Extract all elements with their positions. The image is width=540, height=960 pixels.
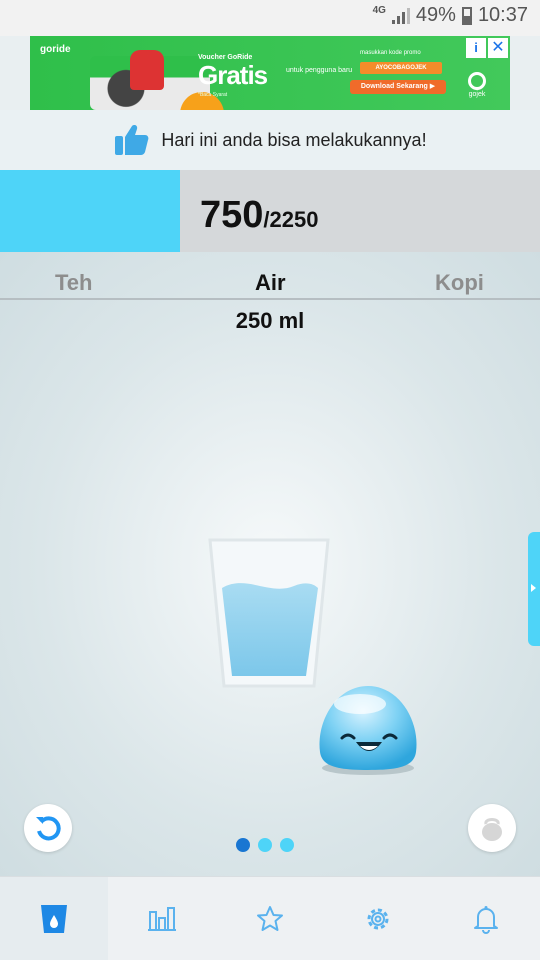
network-type: 4G bbox=[372, 5, 386, 16]
nav-settings[interactable] bbox=[324, 877, 432, 960]
ad-close-icon[interactable]: ✕ bbox=[488, 38, 508, 58]
nav-achievements[interactable] bbox=[216, 877, 324, 960]
tab-kopi[interactable]: Kopi bbox=[435, 270, 484, 296]
progress-goal: /2250 bbox=[263, 207, 319, 232]
drink-volume: 250 ml bbox=[235, 308, 305, 333]
nav-stats[interactable] bbox=[108, 877, 216, 960]
clock: 10:37 bbox=[477, 4, 528, 26]
tab-air[interactable]: Air bbox=[255, 270, 286, 296]
undo-button[interactable] bbox=[24, 804, 72, 852]
thumbs-up-icon bbox=[115, 125, 149, 155]
glass-icon bbox=[41, 905, 67, 933]
pager-dot[interactable] bbox=[258, 838, 272, 852]
drink-tabs: Teh Air Kopi bbox=[0, 252, 540, 300]
battery-percent: 49% bbox=[415, 4, 456, 26]
progress-current: 750 bbox=[200, 194, 264, 236]
ad-info-icon[interactable]: i bbox=[466, 38, 486, 58]
stats-icon bbox=[148, 907, 176, 931]
battery-icon bbox=[461, 6, 472, 25]
star-icon bbox=[257, 906, 283, 931]
nav-reminders[interactable] bbox=[432, 877, 540, 960]
daily-progress-bar: 750/2250 bbox=[0, 170, 540, 252]
motivation-row: Hari ini anda bisa melakukannya! bbox=[0, 110, 540, 170]
settings-icon bbox=[367, 908, 389, 930]
kettlebell-button[interactable] bbox=[468, 804, 516, 852]
water-glass-icon[interactable] bbox=[206, 536, 332, 692]
progress-text: 750/2250 bbox=[200, 194, 318, 237]
tab-teh[interactable]: Teh bbox=[55, 270, 92, 296]
undo-icon bbox=[36, 816, 61, 841]
ad-banner[interactable]: goride Voucher GoRide Gratis untuk pengg… bbox=[30, 36, 510, 110]
ad-promo-code: AYOCOBAGOJEK bbox=[360, 62, 442, 74]
bell-icon bbox=[474, 906, 498, 934]
ad-brand: goride bbox=[40, 44, 71, 55]
signal-icon bbox=[391, 7, 410, 24]
nav-drink[interactable] bbox=[0, 877, 108, 960]
ad-headline: Gratis bbox=[198, 60, 268, 90]
bottom-nav bbox=[0, 876, 540, 960]
pager-dot[interactable] bbox=[236, 838, 250, 852]
ad-pre-code: masukkan kode promo bbox=[360, 50, 421, 56]
motivation-text: Hari ini anda bisa melakukannya! bbox=[161, 129, 427, 150]
side-panel-handle[interactable] bbox=[528, 532, 540, 646]
ad-terms: *Baca Syarat bbox=[198, 92, 228, 98]
ad-sponsor: gojek bbox=[462, 72, 492, 98]
kettlebell-icon bbox=[482, 818, 502, 841]
water-drop-mascot bbox=[319, 686, 417, 775]
pager-dots bbox=[236, 838, 294, 852]
drink-selector[interactable]: Teh Air Kopi 250 ml bbox=[0, 252, 540, 876]
ad-download-button[interactable]: Download Sekarang ▶ bbox=[350, 80, 446, 94]
ad-sub: untuk pengguna baru bbox=[286, 67, 353, 74]
status-bar: 4G 49% 10:37 bbox=[0, 0, 540, 36]
progress-fill bbox=[0, 170, 180, 252]
pager-dot[interactable] bbox=[280, 838, 294, 852]
